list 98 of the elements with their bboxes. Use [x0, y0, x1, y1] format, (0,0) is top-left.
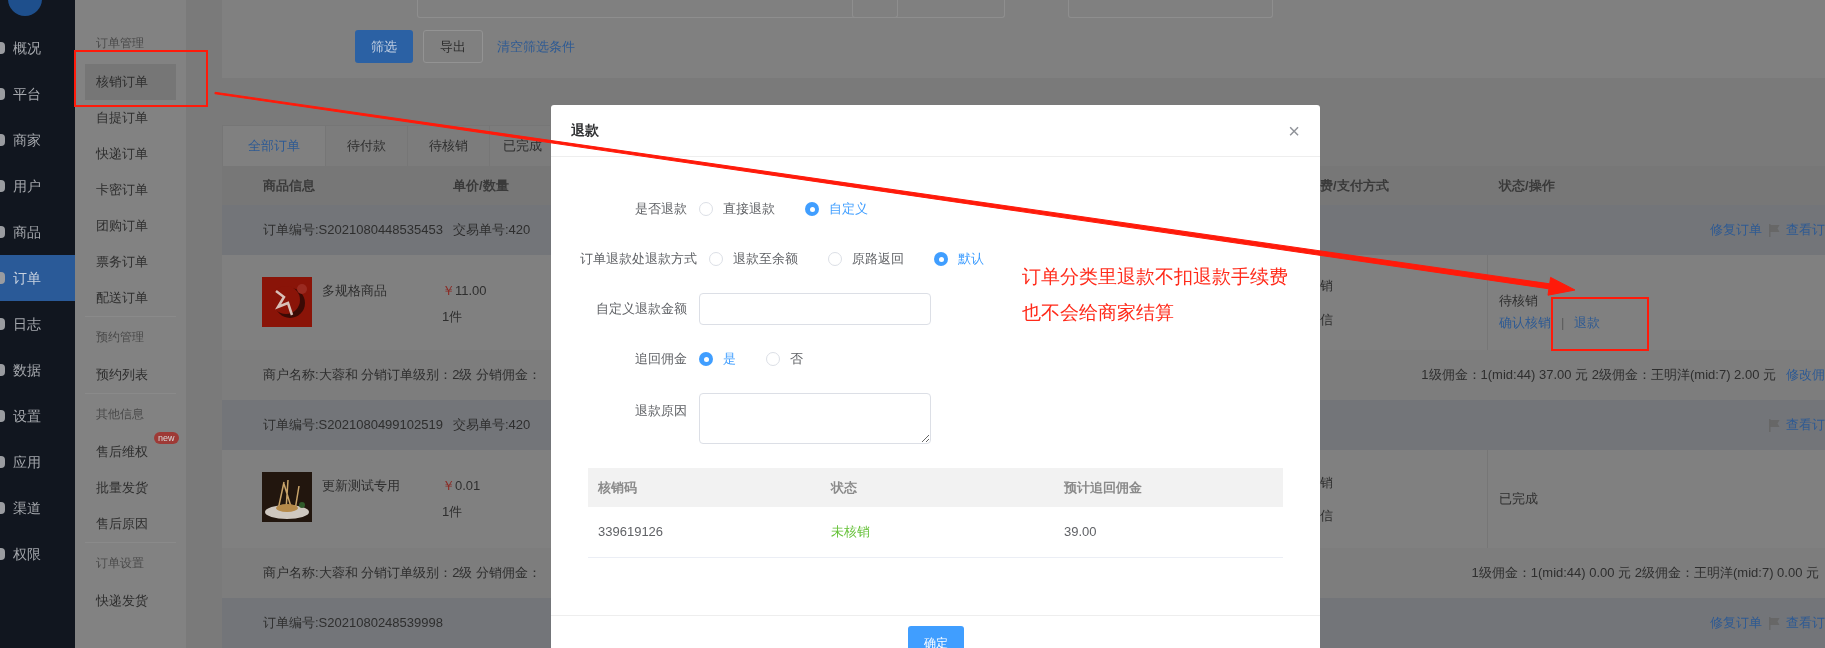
field-label: 是否退款 — [634, 200, 687, 219]
order-number: 订单编号:S2021080499102519 — [263, 416, 443, 435]
tab[interactable]: 待付款 — [326, 125, 408, 166]
subnav-item[interactable]: 卡密订单 — [85, 172, 176, 208]
merchant-info: 商户名称:大蓉和 分销订单级别：2级 分销佣金： — [263, 565, 542, 581]
column-header: 单价/数量 — [453, 176, 509, 195]
radio-button[interactable] — [709, 252, 723, 266]
radio-label: 自定义 — [829, 200, 868, 219]
order-number: 订单编号:S2021080248539998 — [263, 614, 443, 633]
nav-icon — [0, 226, 5, 238]
export-button[interactable]: 导出 — [423, 30, 483, 63]
order-status: 已完成 — [1499, 490, 1538, 509]
subnav-item[interactable]: 配送订单 — [85, 280, 176, 316]
subnav-item[interactable]: 快递发货 — [85, 583, 176, 619]
product-name: 更新测试专用 — [322, 477, 401, 495]
trade-number: 交易单号:420 — [452, 221, 531, 240]
product-quantity: 1件 — [442, 502, 464, 521]
confirm-button[interactable]: 确定 — [907, 626, 964, 648]
column-header: 核销码 — [597, 478, 638, 497]
nav-icon — [0, 548, 5, 560]
payment-text: 信 — [1320, 507, 1333, 525]
annotation-text: 订单分类里退款不扣退款手续费 — [1022, 265, 1288, 289]
subnav-item[interactable]: 团购订单 — [85, 208, 176, 244]
table-cell-text: 未核销 — [830, 523, 871, 542]
order-status: 待核销 — [1499, 292, 1538, 310]
nav-icon — [0, 502, 5, 514]
nav-icon — [0, 88, 5, 100]
column-header: 预计追回佣金 — [1063, 478, 1143, 497]
column-header: 费/支付方式 — [1320, 176, 1390, 195]
radio-label: 原路返回 — [852, 250, 904, 269]
subnav-item[interactable]: 快递订单 — [85, 136, 176, 172]
nav-icon — [0, 318, 5, 330]
nav-item[interactable]: 权限 — [0, 531, 75, 577]
field-label: 自定义退款金额 — [595, 300, 687, 319]
text-area[interactable] — [699, 393, 931, 444]
nav-icon — [0, 180, 5, 192]
nav-item[interactable]: 商家 — [0, 117, 75, 163]
subnav-item[interactable]: 自提订单 — [85, 100, 176, 136]
trade-number: 交易单号:420 — [452, 416, 531, 435]
nav-item[interactable]: 数据 — [0, 347, 75, 393]
annotation-text: 也不会给商家结算 — [1022, 301, 1175, 325]
payment-text: 信 — [1320, 310, 1333, 329]
subnav-item[interactable]: 票务订单 — [85, 244, 176, 280]
nav-icon — [0, 410, 5, 422]
radio-button[interactable] — [699, 202, 713, 216]
separator-text: | — [1561, 313, 1565, 332]
nav-item[interactable]: 用户 — [0, 163, 75, 209]
close-button[interactable]: × — [1288, 120, 1300, 141]
nav-item[interactable]: 日志 — [0, 301, 75, 347]
product-name: 多规格商品 — [322, 282, 388, 300]
nav-item[interactable]: 设置 — [0, 393, 75, 439]
filter-button[interactable]: 筛选 — [355, 30, 413, 63]
radio-button[interactable] — [766, 352, 780, 366]
tab[interactable]: 待核销 — [408, 125, 490, 166]
subnav-item[interactable]: 售后维权 new — [85, 434, 176, 470]
payment-text: 销 — [1320, 473, 1333, 492]
nav-icon — [0, 42, 5, 54]
nav-icon — [0, 456, 5, 468]
merchant-info: 商户名称:大蓉和 分销订单级别：2级 分销佣金： — [263, 367, 542, 383]
nav-item[interactable]: 商品 — [0, 209, 75, 255]
radio-label: 退款至余额 — [733, 250, 798, 269]
order-number: 订单编号:S2021080448535453 — [263, 221, 443, 240]
nav-icon — [0, 272, 5, 284]
field-label: 订单退款处退款方式 — [580, 250, 697, 269]
column-header: 状态/操作 — [1499, 176, 1555, 195]
table-cell-text: 339619126 — [597, 523, 665, 542]
table-cell-text: 39.00 — [1063, 523, 1098, 542]
subnav-item[interactable]: 预约列表 — [85, 357, 176, 393]
subnav-item[interactable]: 售后原因 — [85, 506, 176, 542]
nav-icon — [0, 134, 5, 146]
nav-item[interactable]: 概况 — [0, 25, 75, 71]
column-header: 商品信息 — [263, 176, 316, 195]
product-price: ￥0.01 — [442, 477, 481, 495]
nav-icon — [0, 364, 5, 376]
radio-label: 是 — [723, 350, 736, 369]
nav-item[interactable]: 订单 — [0, 255, 75, 301]
subnav-item[interactable]: 核销订单 — [85, 64, 176, 100]
nav-item[interactable]: 应用 — [0, 439, 75, 485]
commission-text: 1级佣金：1(mid:44) 0.00 元 2级佣金：王明洋(mid:7) 0.00 元 — [1471, 564, 1819, 583]
nav-item[interactable]: 平台 — [0, 71, 75, 117]
nav-item[interactable]: 渠道 — [0, 485, 75, 531]
radio-label: 直接退款 — [723, 200, 775, 219]
radio-button[interactable] — [934, 252, 948, 266]
commission-text: 1级佣金：1(mid:44) 37.00 元 2级佣金：王明洋(mid:7) 2.00 元 — [1421, 366, 1776, 385]
column-header: 状态 — [829, 478, 858, 497]
payment-text: 销 — [1320, 277, 1333, 295]
radio-button[interactable] — [699, 352, 713, 366]
radio-button[interactable] — [805, 202, 819, 216]
product-price: ￥11.00 — [442, 282, 487, 300]
subnav-item[interactable]: 批量发货 — [85, 470, 176, 506]
field-label: 追回佣金 — [634, 350, 687, 369]
product-quantity: 1件 — [442, 307, 464, 326]
radio-button[interactable] — [828, 252, 842, 266]
radio-label: 否 — [790, 350, 803, 369]
radio-label: 默认 — [958, 250, 984, 269]
new-badge: new — [154, 432, 179, 444]
field-label: 退款原因 — [634, 402, 687, 420]
dialog-title: 退款 — [571, 121, 599, 140]
